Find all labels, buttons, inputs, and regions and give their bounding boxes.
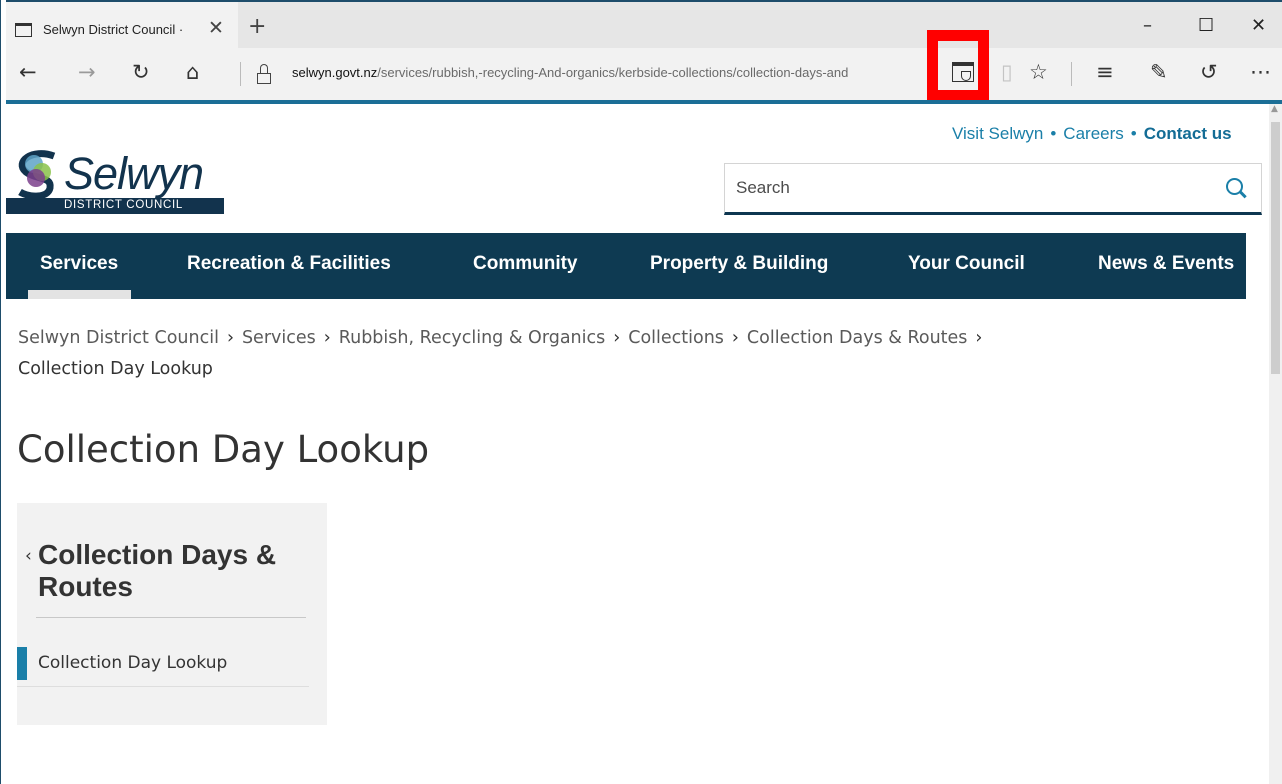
side-nav-item-label: Collection Day Lookup [38,653,228,673]
nav-active-indicator [28,290,131,299]
breadcrumb: Selwyn District Council › Services › Rubbish… [18,323,1118,385]
logo-wordmark: Selwyn [64,148,204,199]
contact-us-link[interactable]: Contact us [1144,124,1232,143]
close-tab-icon[interactable]: ✕ [208,17,224,39]
utility-separator: • [1130,124,1137,143]
logo-emblem-icon [18,150,56,200]
breadcrumb-separator: › [613,328,621,348]
breadcrumb-separator: › [323,328,331,348]
browser-chrome-divider [6,100,1282,104]
address-field[interactable]: selwyn.govt.nz/services/rubbish,-recycli… [292,65,932,80]
url-path: /services/rubbish,-recycling-And-organic… [377,65,849,80]
main-navigation: Services Recreation & Facilities Communi… [6,233,1246,299]
nav-news-events[interactable]: News & Events [1098,253,1234,275]
breadcrumb-link[interactable]: Selwyn District Council [18,328,219,348]
active-item-marker [17,647,27,680]
utility-separator: • [1050,124,1057,143]
page-title: Collection Day Lookup [17,428,430,471]
side-navigation: ‹ Collection Days & Routes Collection Da… [17,503,327,725]
search-placeholder: Search [736,178,790,197]
web-note-icon[interactable]: ✎ [1150,60,1168,84]
breadcrumb-separator: › [226,328,234,348]
minimize-button[interactable]: – [1143,15,1152,36]
window-left-border [0,0,6,784]
more-icon[interactable]: ⋯ [1250,60,1271,84]
refresh-button[interactable]: ↻ [132,60,150,84]
scroll-up-icon[interactable]: ▲ [1271,104,1278,114]
maximize-button[interactable]: ☐ [1198,15,1214,36]
share-icon[interactable]: ↺ [1200,60,1218,84]
side-nav-divider [36,617,306,618]
tab-strip: Selwyn District Council · ✕ + – ☐ ✕ [6,2,1282,48]
breadcrumb-link[interactable]: Collections [628,328,724,348]
nav-recreation-facilities[interactable]: Recreation & Facilities [187,253,391,275]
careers-link[interactable]: Careers [1063,124,1123,143]
breadcrumb-current: Collection Day Lookup [18,359,213,379]
breadcrumb-link[interactable]: Services [242,328,316,348]
breadcrumb-separator: › [975,328,983,348]
address-separator [240,62,241,86]
nav-services[interactable]: Services [40,253,118,275]
lock-icon-body [257,73,271,84]
home-button[interactable]: ⌂ [186,60,199,84]
highlight-annotation-box [927,30,989,101]
favorite-star-icon[interactable]: ☆ [1029,60,1048,84]
address-bar-row: ← → ↻ ⌂ selwyn.govt.nz/services/rubbish,… [6,48,1282,100]
nav-community[interactable]: Community [473,253,578,275]
breadcrumb-separator: › [731,328,739,348]
chevron-left-icon[interactable]: ‹ [25,546,32,566]
nav-property-building[interactable]: Property & Building [650,253,828,275]
scrollbar-thumb[interactable] [1271,122,1280,374]
back-button[interactable]: ← [19,60,37,84]
logo-subtitle: DISTRICT COUNCIL [64,199,183,211]
visit-selwyn-link[interactable]: Visit Selwyn [952,124,1043,143]
reading-list-icon: ▯ [1001,60,1013,84]
toolbar-separator [1071,62,1072,86]
new-tab-button[interactable]: + [248,14,266,39]
forward-button[interactable]: → [78,60,96,84]
side-nav-heading[interactable]: Collection Days & Routes [38,539,308,603]
close-window-button[interactable]: ✕ [1251,15,1266,36]
breadcrumb-link[interactable]: Rubbish, Recycling & Organics [339,328,606,348]
page-icon [15,23,32,37]
side-nav-item[interactable]: Collection Day Lookup [17,647,309,687]
nav-your-council[interactable]: Your Council [908,253,1025,275]
selwyn-logo[interactable]: Selwyn DISTRICT COUNCIL [6,148,224,216]
search-icon[interactable] [1226,178,1243,195]
url-host: selwyn.govt.nz [292,65,378,80]
utility-links: Visit Selwyn • Careers • Contact us [952,124,1232,144]
search-input[interactable]: Search [724,163,1262,215]
hub-icon[interactable]: ≡ [1096,60,1114,84]
breadcrumb-link[interactable]: Collection Days & Routes [747,328,968,348]
tab-title: Selwyn District Council · [43,22,184,37]
browser-tab[interactable]: Selwyn District Council · ✕ [6,2,238,48]
